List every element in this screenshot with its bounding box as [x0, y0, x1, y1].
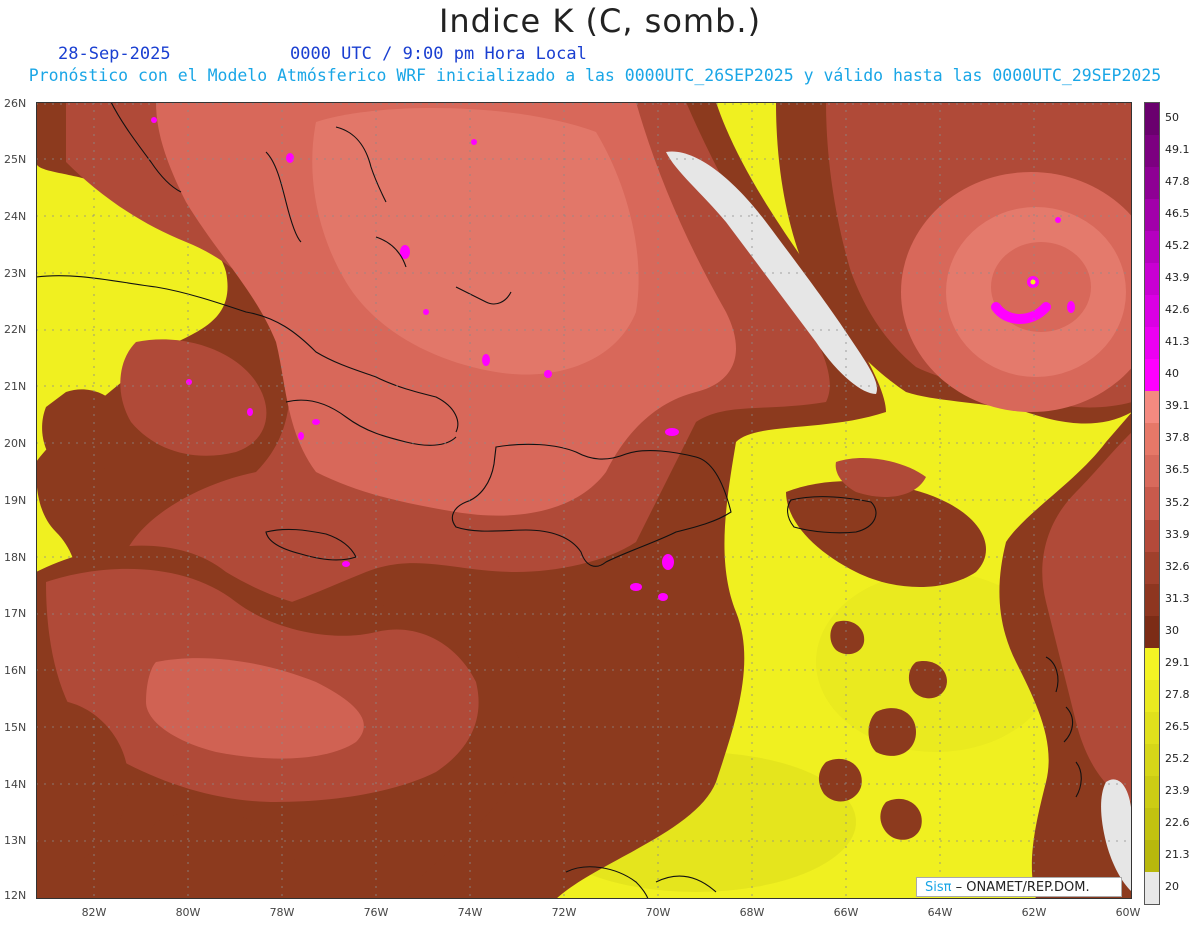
colorbar-label: 31.3 [1165, 591, 1190, 605]
colorbar-swatch [1145, 359, 1159, 392]
colorbar [1144, 102, 1160, 905]
lon-label: 72W [551, 906, 577, 919]
lon-label: 76W [363, 906, 389, 919]
colorbar-swatch [1145, 231, 1159, 264]
forecast-date: 28-Sep-2025 [58, 44, 171, 64]
colorbar-swatch [1145, 391, 1159, 424]
credit-box: Sisπ – ONAMET/REP.DOM. [916, 877, 1122, 897]
k-index-map [36, 102, 1132, 899]
colorbar-label: 37.8 [1165, 431, 1190, 445]
colorbar-label: 40 [1165, 367, 1179, 381]
colorbar-label: 20 [1165, 879, 1179, 893]
colorbar-label: 41.3 [1165, 335, 1190, 349]
colorbar-swatch [1145, 679, 1159, 713]
lat-label: 12N [4, 889, 27, 902]
colorbar-swatch [1145, 167, 1159, 200]
colorbar-label: 43.9 [1165, 271, 1190, 285]
page-title: Indice K (C, somb.) [438, 2, 762, 40]
colorbar-label: 36.5 [1165, 463, 1190, 477]
lon-label: 60W [1115, 906, 1141, 919]
colorbar-label: 25.2 [1165, 751, 1190, 765]
map-svg [36, 102, 1132, 899]
colorbar-label: 35.2 [1165, 495, 1190, 509]
colorbar-label: 33.9 [1165, 527, 1190, 541]
lat-label: 18N [4, 551, 27, 564]
credit-org: – ONAMET/REP.DOM. [955, 880, 1090, 895]
lon-label: 82W [81, 906, 107, 919]
colorbar-label: 26.5 [1165, 719, 1190, 733]
colorbar-swatch [1145, 487, 1159, 520]
colorbar-swatch [1145, 839, 1159, 873]
lon-label: 70W [645, 906, 671, 919]
colorbar-swatch [1145, 455, 1159, 488]
forecast-subtitle: Pronóstico con el Modelo Atmósferico WRF… [28, 66, 1162, 85]
colorbar-swatch [1145, 647, 1159, 681]
colorbar-swatch [1145, 327, 1159, 360]
colorbar-label: 30 [1165, 623, 1179, 637]
colorbar-swatch [1145, 199, 1159, 232]
colorbar-swatch [1145, 263, 1159, 296]
lon-label: 64W [927, 906, 953, 919]
colorbar-label: 49.1 [1165, 143, 1190, 157]
colorbar-swatch [1145, 583, 1159, 617]
colorbar-label: 39.1 [1165, 399, 1190, 413]
lat-label: 22N [4, 323, 27, 336]
lat-label: 17N [4, 607, 27, 620]
colorbar-label: 47.8 [1165, 175, 1190, 189]
lon-label: 74W [457, 906, 483, 919]
lat-label: 20N [4, 437, 27, 450]
lat-label: 13N [4, 834, 27, 847]
lat-label: 16N [4, 664, 27, 677]
forecast-time: 0000 UTC / 9:00 pm Hora Local [290, 44, 587, 64]
colorbar-swatch [1145, 743, 1159, 777]
lon-label: 68W [739, 906, 765, 919]
lon-label: 80W [175, 906, 201, 919]
lat-label: 14N [4, 778, 27, 791]
colorbar-swatch [1145, 775, 1159, 809]
colorbar-label: 23.9 [1165, 783, 1190, 797]
colorbar-label: 46.5 [1165, 207, 1190, 221]
lat-label: 26N [4, 97, 27, 110]
colorbar-label: 42.6 [1165, 303, 1190, 317]
lat-label: 25N [4, 153, 27, 166]
colorbar-swatch [1145, 135, 1159, 168]
colorbar-label: 27.8 [1165, 687, 1190, 701]
lat-label: 19N [4, 494, 27, 507]
lat-label: 15N [4, 721, 27, 734]
credit-brand: Sisπ [925, 880, 952, 895]
colorbar-swatch [1145, 615, 1159, 649]
lat-label: 21N [4, 380, 27, 393]
colorbar-swatch [1145, 871, 1159, 905]
colorbar-swatch [1145, 551, 1159, 585]
lat-label: 24N [4, 210, 27, 223]
colorbar-label: 50 [1165, 111, 1179, 125]
colorbar-label: 22.6 [1165, 815, 1190, 829]
colorbar-swatch [1145, 423, 1159, 456]
colorbar-swatch [1145, 519, 1159, 553]
colorbar-label: 29.1 [1165, 655, 1190, 669]
lat-label: 23N [4, 267, 27, 280]
colorbar-swatch [1145, 711, 1159, 745]
lon-label: 62W [1021, 906, 1047, 919]
colorbar-label: 21.3 [1165, 847, 1190, 861]
colorbar-swatch [1145, 103, 1159, 136]
colorbar-label: 45.2 [1165, 239, 1190, 253]
colorbar-label: 32.6 [1165, 559, 1190, 573]
colorbar-swatch [1145, 807, 1159, 841]
lon-label: 66W [833, 906, 859, 919]
colorbar-swatch [1145, 295, 1159, 328]
lon-label: 78W [269, 906, 295, 919]
